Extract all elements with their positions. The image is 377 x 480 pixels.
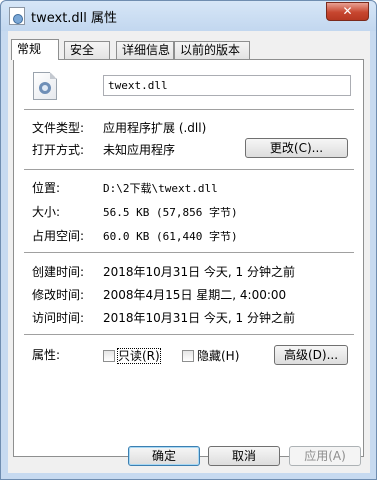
close-button[interactable]: ✕ [326, 2, 369, 21]
readonly-checkbox-label[interactable]: 只读(R) [117, 348, 161, 364]
location-value: D:\2下载\twext.dll [103, 182, 218, 195]
window-title: twext.dll 属性 [31, 11, 118, 26]
dll-file-icon [9, 7, 25, 25]
attributes-label: 属性: [32, 348, 61, 362]
file-name-field[interactable]: twext.dll [103, 75, 351, 96]
tab-details[interactable]: 详细信息 [116, 41, 174, 59]
size-on-disk-value: 60.0 KB (61,440 字节) [103, 230, 238, 243]
dll-file-icon [33, 72, 57, 100]
hidden-checkbox-label[interactable]: 隐藏(H) [197, 349, 239, 363]
cancel-button[interactable]: 取消 [208, 446, 280, 466]
tab-security[interactable]: 安全 [64, 41, 110, 59]
opens-with-value: 未知应用程序 [103, 143, 176, 157]
tab-previous-versions[interactable]: 以前的版本 [174, 41, 250, 59]
hidden-checkbox-box[interactable] [182, 350, 194, 362]
advanced-button[interactable]: 高级(D)... [274, 345, 348, 365]
separator [24, 109, 354, 110]
tab-general[interactable]: 常规 [11, 39, 59, 60]
separator [24, 252, 354, 253]
hidden-checkbox[interactable]: 隐藏(H) [182, 347, 239, 364]
change-button[interactable]: 更改(C)... [245, 138, 348, 158]
size-label: 大小: [32, 205, 61, 219]
size-value: 56.5 KB (57,856 字节) [103, 206, 238, 219]
accessed-value: 2018年10月31日 今天, 1 分钟之前 [103, 311, 295, 325]
created-label: 创建时间: [32, 265, 85, 279]
modified-value: 2008年4月15日 星期二, 4:00:00 [103, 288, 287, 302]
gear-icon [39, 82, 51, 94]
general-tab-panel: twext.dll 文件类型: 应用程序扩展 (.dll) 打开方式: 未知应用… [13, 59, 364, 457]
location-label: 位置: [32, 181, 61, 195]
readonly-checkbox-box[interactable] [103, 350, 115, 362]
title-bar[interactable]: twext.dll 属性 ✕ [1, 1, 376, 31]
readonly-checkbox[interactable]: 只读(R) [103, 347, 161, 364]
ok-button[interactable]: 确定 [128, 446, 200, 466]
opens-with-label: 打开方式: [32, 143, 85, 157]
apply-button[interactable]: 应用(A) [289, 446, 361, 466]
accessed-label: 访问时间: [32, 311, 85, 325]
file-type-value: 应用程序扩展 (.dll) [103, 121, 207, 135]
properties-window: twext.dll 属性 ✕ 常规 安全 详细信息 以前的版本 twext.dl… [0, 0, 377, 480]
separator [24, 334, 354, 335]
dialog-client: 常规 安全 详细信息 以前的版本 twext.dll 文件类型: 应用程序扩展 … [8, 31, 370, 473]
separator [24, 169, 354, 170]
created-value: 2018年10月31日 今天, 1 分钟之前 [103, 265, 295, 279]
size-on-disk-label: 占用空间: [32, 229, 85, 243]
modified-label: 修改时间: [32, 288, 85, 302]
file-type-label: 文件类型: [32, 121, 85, 135]
